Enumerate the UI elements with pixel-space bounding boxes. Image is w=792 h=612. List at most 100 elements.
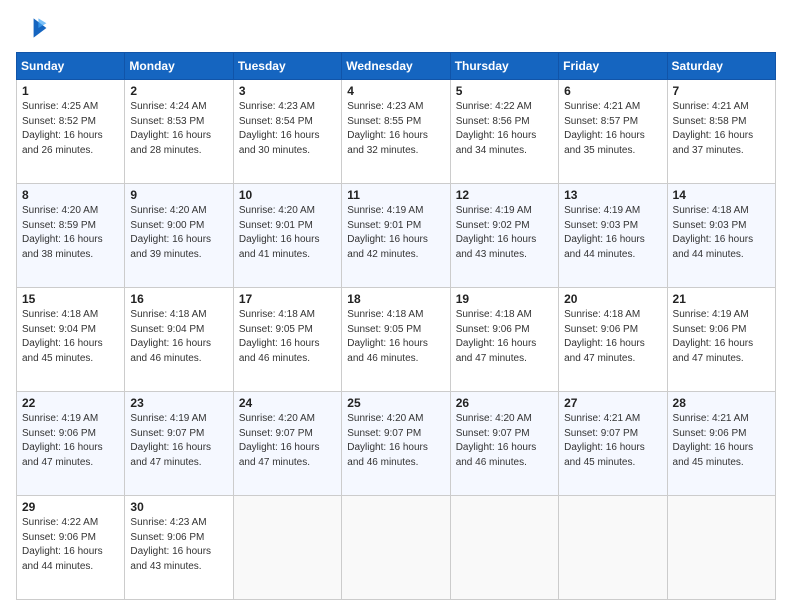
day-info: Sunrise: 4:18 AM Sunset: 9:05 PM Dayligh…	[347, 308, 444, 366]
day-number: 20	[564, 292, 661, 306]
day-header-tuesday: Tuesday	[233, 53, 341, 80]
calendar-cell: 28Sunrise: 4:21 AM Sunset: 9:06 PM Dayli…	[667, 392, 775, 496]
day-info: Sunrise: 4:19 AM Sunset: 9:02 PM Dayligh…	[456, 204, 553, 262]
calendar-cell	[559, 496, 667, 600]
calendar-week-row: 22 Sunrise: 4:19 AM Sunset: 9:06 PM Dayli…	[17, 392, 776, 496]
day-number: 29	[22, 500, 119, 514]
calendar-cell: 29 Sunrise: 4:22 AM Sunset: 9:06 PM Dayli…	[17, 496, 125, 600]
day-info: Sunrise: 4:24 AM Sunset: 8:53 PM Dayligh…	[130, 100, 227, 158]
calendar-cell: 17 Sunrise: 4:18 AM Sunset: 9:05 PM Dayli…	[233, 288, 341, 392]
day-number: 9	[130, 188, 227, 202]
day-number: 12	[456, 188, 553, 202]
calendar-cell	[342, 496, 450, 600]
day-info: Sunrise: 4:18 AM Sunset: 9:06 PM Dayligh…	[564, 308, 661, 366]
calendar-cell: 8 Sunrise: 4:20 AM Sunset: 8:59 PM Daylig…	[17, 184, 125, 288]
day-info: Sunrise: 4:20 AM Sunset: 9:07 PM Dayligh…	[456, 412, 553, 470]
day-number: 24	[239, 396, 336, 410]
calendar-cell: 27Sunrise: 4:21 AM Sunset: 9:07 PM Dayli…	[559, 392, 667, 496]
logo-icon	[16, 12, 48, 44]
day-info: Sunrise: 4:19 AM Sunset: 9:07 PM Dayligh…	[130, 412, 227, 470]
calendar-cell: 19 Sunrise: 4:18 AM Sunset: 9:06 PM Dayli…	[450, 288, 558, 392]
day-info: Sunrise: 4:20 AM Sunset: 8:59 PM Dayligh…	[22, 204, 119, 262]
calendar-cell: 22 Sunrise: 4:19 AM Sunset: 9:06 PM Dayli…	[17, 392, 125, 496]
day-info: Sunrise: 4:21 AM Sunset: 8:57 PM Dayligh…	[564, 100, 661, 158]
calendar-cell	[233, 496, 341, 600]
day-header-friday: Friday	[559, 53, 667, 80]
day-number: 11	[347, 188, 444, 202]
calendar-cell: 7 Sunrise: 4:21 AM Sunset: 8:58 PM Daylig…	[667, 80, 775, 184]
day-info: Sunrise: 4:20 AM Sunset: 9:01 PM Dayligh…	[239, 204, 336, 262]
day-header-monday: Monday	[125, 53, 233, 80]
calendar-cell: 20 Sunrise: 4:18 AM Sunset: 9:06 PM Dayli…	[559, 288, 667, 392]
day-number: 21	[673, 292, 770, 306]
day-number: 7	[673, 84, 770, 98]
day-info: Sunrise: 4:19 AM Sunset: 9:06 PM Dayligh…	[673, 308, 770, 366]
header	[16, 12, 776, 44]
logo	[16, 12, 52, 44]
day-number: 3	[239, 84, 336, 98]
calendar-cell: 18 Sunrise: 4:18 AM Sunset: 9:05 PM Dayli…	[342, 288, 450, 392]
day-info: Sunrise: 4:19 AM Sunset: 9:06 PM Dayligh…	[22, 412, 119, 470]
day-info: Sunrise: 4:22 AM Sunset: 8:56 PM Dayligh…	[456, 100, 553, 158]
day-info: Sunrise: 4:23 AM Sunset: 9:06 PM Dayligh…	[130, 516, 227, 574]
calendar-cell: 6 Sunrise: 4:21 AM Sunset: 8:57 PM Daylig…	[559, 80, 667, 184]
day-number: 2	[130, 84, 227, 98]
calendar-cell: 25 Sunrise: 4:20 AM Sunset: 9:07 PM Dayli…	[342, 392, 450, 496]
day-number: 16	[130, 292, 227, 306]
calendar-cell: 14 Sunrise: 4:18 AM Sunset: 9:03 PM Dayli…	[667, 184, 775, 288]
day-header-sunday: Sunday	[17, 53, 125, 80]
calendar-week-row: 29 Sunrise: 4:22 AM Sunset: 9:06 PM Dayli…	[17, 496, 776, 600]
day-number: 22	[22, 396, 119, 410]
calendar-table: SundayMondayTuesdayWednesdayThursdayFrid…	[16, 52, 776, 600]
calendar-cell: 13 Sunrise: 4:19 AM Sunset: 9:03 PM Dayli…	[559, 184, 667, 288]
calendar-cell: 30 Sunrise: 4:23 AM Sunset: 9:06 PM Dayli…	[125, 496, 233, 600]
day-number: 8	[22, 188, 119, 202]
day-number: 18	[347, 292, 444, 306]
page-container: SundayMondayTuesdayWednesdayThursdayFrid…	[0, 0, 792, 612]
calendar-cell: 16 Sunrise: 4:18 AM Sunset: 9:04 PM Dayli…	[125, 288, 233, 392]
day-info: Sunrise: 4:18 AM Sunset: 9:04 PM Dayligh…	[130, 308, 227, 366]
day-info: Sunrise: 4:22 AM Sunset: 9:06 PM Dayligh…	[22, 516, 119, 574]
calendar-cell: 24Sunrise: 4:20 AM Sunset: 9:07 PM Dayli…	[233, 392, 341, 496]
day-info: Sunrise: 4:19 AM Sunset: 9:01 PM Dayligh…	[347, 204, 444, 262]
calendar-cell	[450, 496, 558, 600]
calendar-cell: 1Sunrise: 4:25 AM Sunset: 8:52 PM Daylig…	[17, 80, 125, 184]
day-number: 13	[564, 188, 661, 202]
day-number: 5	[456, 84, 553, 98]
day-info: Sunrise: 4:25 AM Sunset: 8:52 PM Dayligh…	[22, 100, 119, 158]
day-info: Sunrise: 4:23 AM Sunset: 8:55 PM Dayligh…	[347, 100, 444, 158]
day-info: Sunrise: 4:18 AM Sunset: 9:06 PM Dayligh…	[456, 308, 553, 366]
day-info: Sunrise: 4:18 AM Sunset: 9:03 PM Dayligh…	[673, 204, 770, 262]
calendar-week-row: 15Sunrise: 4:18 AM Sunset: 9:04 PM Dayli…	[17, 288, 776, 392]
day-number: 6	[564, 84, 661, 98]
calendar-cell: 21 Sunrise: 4:19 AM Sunset: 9:06 PM Dayli…	[667, 288, 775, 392]
calendar-cell: 23 Sunrise: 4:19 AM Sunset: 9:07 PM Dayli…	[125, 392, 233, 496]
day-number: 10	[239, 188, 336, 202]
day-info: Sunrise: 4:19 AM Sunset: 9:03 PM Dayligh…	[564, 204, 661, 262]
calendar-cell: 4 Sunrise: 4:23 AM Sunset: 8:55 PM Daylig…	[342, 80, 450, 184]
calendar-cell: 3Sunrise: 4:23 AM Sunset: 8:54 PM Daylig…	[233, 80, 341, 184]
day-number: 23	[130, 396, 227, 410]
calendar-cell: 10 Sunrise: 4:20 AM Sunset: 9:01 PM Dayli…	[233, 184, 341, 288]
day-number: 14	[673, 188, 770, 202]
day-header-saturday: Saturday	[667, 53, 775, 80]
day-info: Sunrise: 4:18 AM Sunset: 9:04 PM Dayligh…	[22, 308, 119, 366]
day-info: Sunrise: 4:21 AM Sunset: 8:58 PM Dayligh…	[673, 100, 770, 158]
day-number: 4	[347, 84, 444, 98]
calendar-cell	[667, 496, 775, 600]
day-number: 19	[456, 292, 553, 306]
day-info: Sunrise: 4:20 AM Sunset: 9:07 PM Dayligh…	[347, 412, 444, 470]
day-number: 27	[564, 396, 661, 410]
day-header-thursday: Thursday	[450, 53, 558, 80]
day-number: 17	[239, 292, 336, 306]
day-info: Sunrise: 4:18 AM Sunset: 9:05 PM Dayligh…	[239, 308, 336, 366]
calendar-header-row: SundayMondayTuesdayWednesdayThursdayFrid…	[17, 53, 776, 80]
calendar-cell: 15Sunrise: 4:18 AM Sunset: 9:04 PM Dayli…	[17, 288, 125, 392]
calendar-cell: 5 Sunrise: 4:22 AM Sunset: 8:56 PM Daylig…	[450, 80, 558, 184]
day-number: 28	[673, 396, 770, 410]
calendar-week-row: 8 Sunrise: 4:20 AM Sunset: 8:59 PM Daylig…	[17, 184, 776, 288]
day-number: 30	[130, 500, 227, 514]
day-number: 25	[347, 396, 444, 410]
calendar-cell: 11 Sunrise: 4:19 AM Sunset: 9:01 PM Dayli…	[342, 184, 450, 288]
calendar-cell: 26Sunrise: 4:20 AM Sunset: 9:07 PM Dayli…	[450, 392, 558, 496]
